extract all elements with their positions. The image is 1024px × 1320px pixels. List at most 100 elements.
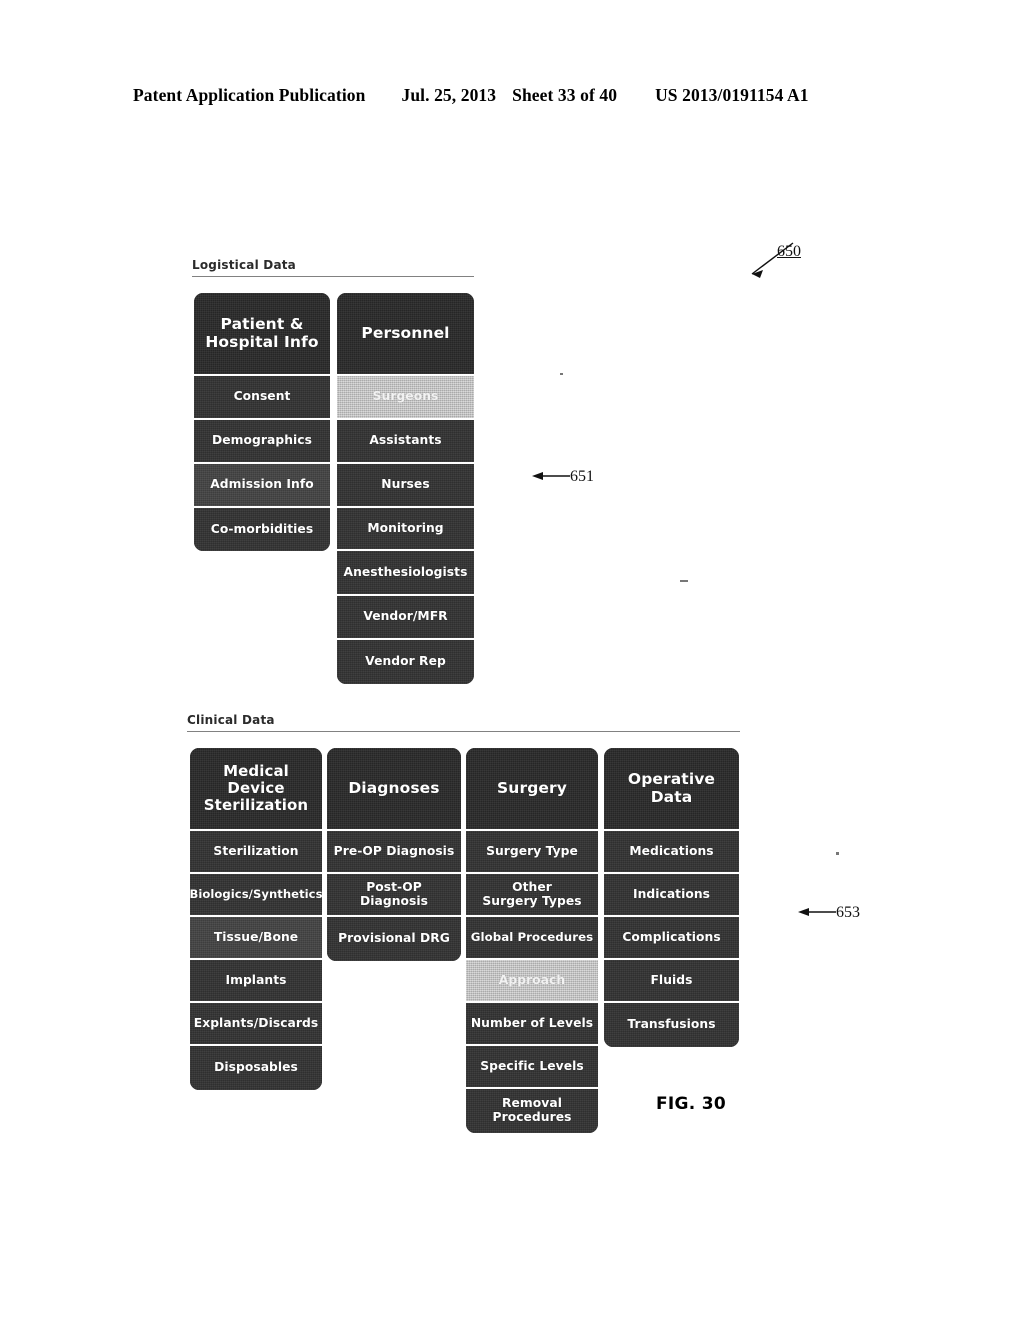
cell-label: Specific Levels [480,1058,584,1073]
header-line-1: Operative [627,770,716,789]
cell-label-line-1: Removal [502,1096,562,1111]
cell-global-procedures[interactable]: Global Procedures [466,917,598,960]
column-operative-data: Operative Data Medications Indications C… [604,748,739,1047]
cell-label-line-2: Procedures [492,1110,572,1124]
column-header-diagnoses[interactable]: Diagnoses [327,748,461,831]
cell-admission-info[interactable]: Admission Info [194,464,330,508]
header-line-1: Surgery [497,778,567,797]
column-header-personnel[interactable]: Personnel [337,293,474,376]
cell-label: Anesthesiologists [343,564,468,579]
scan-artifact [560,373,563,375]
cell-tissue-bone[interactable]: Tissue/Bone [190,917,322,960]
cell-label: Explants/Discards [193,1015,319,1030]
header-line-2: Sterilization [203,795,309,814]
column-medical-device-sterilization: Medical Device Sterilization Sterilizati… [190,748,322,1090]
cell-label: Vendor Rep [365,654,446,669]
cell-vendor-rep[interactable]: Vendor Rep [337,640,474,684]
scan-artifact [680,580,688,582]
cell-label: Assistants [369,433,442,448]
cell-anesthesiologists[interactable]: Anesthesiologists [337,551,474,596]
cell-label: Post-OP Diagnosis [359,879,429,908]
cell-assistants[interactable]: Assistants [337,420,474,464]
cell-label: Biologics/Synthetics [190,887,322,901]
cell-approach[interactable]: Approach [466,960,598,1003]
cell-specific-levels[interactable]: Specific Levels [466,1046,598,1089]
clinical-data-section-label: Clinical Data [187,713,275,727]
header-line-2: Hospital Info [205,332,319,351]
cell-label: Disposables [214,1060,298,1075]
cell-monitoring[interactable]: Monitoring [337,508,474,551]
cell-nurses[interactable]: Nurses [337,464,474,508]
cell-implants[interactable]: Implants [190,960,322,1003]
cell-label: Pre-OP Diagnosis [333,843,455,858]
cell-label-line-1: Other [512,879,552,894]
header-line-1: Diagnoses [348,778,440,797]
header-line-2: Data [650,787,693,806]
cell-label: Monitoring [367,520,444,535]
leader-line-653 [798,908,836,916]
cell-label: Nurses [381,477,430,492]
header-line-1: Medical Device [223,762,289,798]
cell-label-line-2: Surgery Types [482,893,582,908]
cell-label: Co-morbidities [210,521,314,536]
column-header-medical-device-sterilization[interactable]: Medical Device Sterilization [190,748,322,831]
cell-transfusions[interactable]: Transfusions [604,1003,739,1047]
cell-label: Admission Info [210,477,314,492]
cell-other-surgery-types[interactable]: Other Surgery Types [466,874,598,917]
cell-surgeons[interactable]: Surgeons [337,376,474,420]
logistical-data-section-label: Logistical Data [192,258,296,272]
logistical-data-rule [192,276,474,277]
clinical-data-rule [187,731,740,732]
cell-medications[interactable]: Medications [604,831,739,874]
cell-provisional-drg[interactable]: Provisional DRG [327,917,461,961]
cell-disposables[interactable]: Disposables [190,1046,322,1090]
cell-post-op-diagnosis[interactable]: Post-OP Diagnosis [327,874,461,917]
cell-label: Vendor/MFR [363,609,448,624]
cell-label: Complications [622,929,721,944]
cell-surgery-type[interactable]: Surgery Type [466,831,598,874]
cell-demographics[interactable]: Demographics [194,420,330,464]
cell-sterilization[interactable]: Sterilization [190,831,322,874]
cell-co-morbidities[interactable]: Co-morbidities [194,508,330,551]
cell-label: Sterilization [213,843,299,858]
header-line-1: Patient & [220,315,304,334]
cell-label: Global Procedures [470,929,594,944]
cell-consent[interactable]: Consent [194,376,330,420]
figure-30-diagram: Logistical Data Patient & Hospital Info … [0,0,1024,1320]
cell-label: Indications [632,886,711,901]
column-header-surgery[interactable]: Surgery [466,748,598,831]
cell-pre-op-diagnosis[interactable]: Pre-OP Diagnosis [327,831,461,874]
column-surgery: Surgery Surgery Type Other Surgery Types… [466,748,598,1133]
leader-line-651 [532,472,570,480]
cell-vendor-mfr[interactable]: Vendor/MFR [337,596,474,640]
column-diagnoses: Diagnoses Pre-OP Diagnosis Post-OP Diagn… [327,748,461,961]
cell-label: Number of Levels [470,1015,594,1030]
figure-label: FIG. 30 [656,1094,727,1114]
cell-label: Consent [233,389,291,404]
cell-removal-procedures[interactable]: Removal Procedures [466,1089,598,1133]
column-personnel: Personnel Surgeons Assistants Nurses Mon… [337,293,474,684]
cell-label: Surgeons [372,389,439,404]
cell-number-of-levels[interactable]: Number of Levels [466,1003,598,1046]
column-header-patient-hospital-info[interactable]: Patient & Hospital Info [194,293,330,376]
cell-label: Implants [225,972,287,987]
cell-complications[interactable]: Complications [604,917,739,960]
cell-label: Demographics [212,433,312,448]
cell-label: Tissue/Bone [213,929,299,944]
cell-biologics-synthetics[interactable]: Biologics/Synthetics [190,874,322,917]
cell-fluids[interactable]: Fluids [604,960,739,1003]
cell-label: Approach [498,972,566,987]
cell-explants-discards[interactable]: Explants/Discards [190,1003,322,1046]
cell-label: Medications [629,843,714,858]
cell-label: Fluids [650,972,693,987]
column-header-operative-data[interactable]: Operative Data [604,748,739,831]
reference-numeral-651: 651 [570,468,594,485]
cell-label: Transfusions [627,1017,716,1032]
cell-indications[interactable]: Indications [604,874,739,917]
scan-artifact [836,852,839,855]
cell-label: Provisional DRG [338,931,450,946]
column-patient-hospital-info: Patient & Hospital Info Consent Demograp… [194,293,330,551]
reference-numeral-650: 650 [777,243,801,260]
reference-numeral-653: 653 [836,904,860,921]
cell-label: Surgery Type [486,843,578,858]
